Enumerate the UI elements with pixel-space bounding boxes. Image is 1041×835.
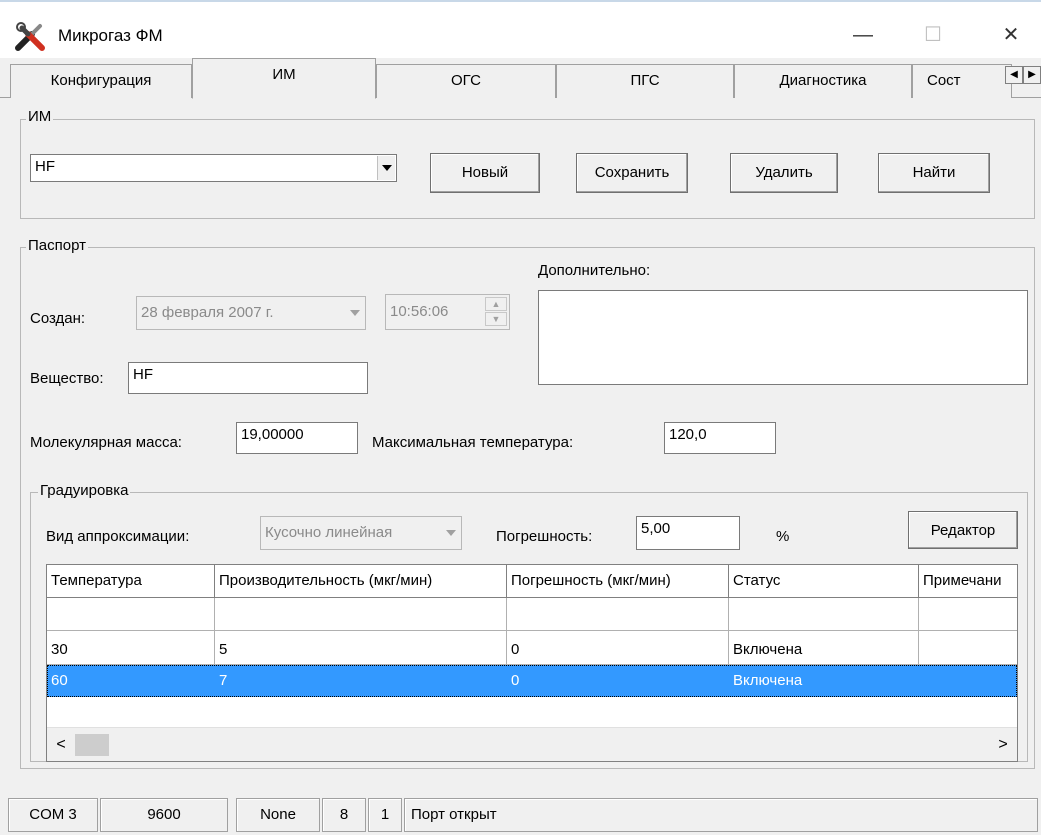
chevron-down-icon (382, 165, 392, 171)
calibration-grid[interactable]: Температура Производительность (мкг/мин)… (46, 564, 1018, 762)
table-cell: 0 (507, 665, 729, 697)
tab-pgs[interactable]: ПГС (556, 64, 734, 98)
title-bar: Микрогаз ФМ — ☐ ✕ (0, 0, 1041, 58)
table-cell: 60 (47, 665, 215, 697)
tab-scroll-left-button[interactable]: ◀ (1005, 66, 1023, 84)
status-stop-bits: 1 (368, 798, 402, 832)
chevron-down-icon (350, 310, 360, 316)
chevron-down-icon (446, 530, 456, 536)
column-header[interactable]: Температура (47, 565, 215, 598)
table-cell: 0 (507, 631, 729, 665)
dropdown-button[interactable] (377, 156, 395, 180)
created-date-picker[interactable]: 28 февраля 2007 г. (136, 296, 366, 330)
new-button[interactable]: Новый (430, 153, 540, 193)
tab-strip: Конфигурация ИМ ОГС ПГС Диагностика Сост… (0, 58, 1041, 99)
status-state: Порт открыт (404, 798, 1038, 832)
im-select[interactable]: HF (30, 154, 397, 182)
table-cell (919, 631, 1017, 665)
chevron-right-icon: > (998, 736, 1008, 753)
created-label: Создан: (30, 310, 86, 327)
mol-mass-label: Молекулярная масса: (30, 434, 182, 451)
created-time-value: 10:56:06 (390, 303, 449, 320)
column-header[interactable]: Производительность (мкг/мин) (215, 565, 507, 598)
arrow-left-icon: ◀ (1010, 69, 1018, 80)
created-time-picker[interactable]: 10:56:06 ▲ ▼ (385, 294, 510, 330)
status-baud: 9600 (100, 798, 228, 832)
chevron-down-icon: ▼ (491, 314, 501, 324)
tab-im[interactable]: ИМ (192, 58, 376, 99)
passport-group-legend: Паспорт (26, 237, 88, 254)
status-data-bits: 8 (322, 798, 366, 832)
table-cell: 5 (215, 631, 507, 665)
tab-status[interactable]: Сост (912, 64, 1012, 98)
substance-label: Вещество: (30, 370, 104, 387)
column-header[interactable]: Статус (729, 565, 919, 598)
table-cell (729, 598, 919, 631)
table-cell: Включена (729, 665, 919, 697)
find-button[interactable]: Найти (878, 153, 990, 193)
table-cell (507, 598, 729, 631)
chevron-left-icon: < (56, 736, 66, 753)
table-cell (919, 665, 1017, 697)
im-select-value: HF (35, 158, 55, 175)
spin-down-button[interactable]: ▼ (485, 312, 507, 326)
created-date-value: 28 февраля 2007 г. (141, 304, 274, 321)
approx-value: Кусочно линейная (265, 524, 393, 541)
minimize-icon: — (853, 24, 873, 46)
status-port: COM 3 (8, 798, 98, 832)
close-icon: ✕ (1002, 24, 1020, 46)
error-input[interactable]: 5,00 (636, 516, 740, 550)
tab-scroll-right-button[interactable]: ▶ (1023, 66, 1041, 84)
table-cell (215, 598, 507, 631)
additional-textarea[interactable] (538, 290, 1028, 385)
mol-mass-input[interactable]: 19,00000 (236, 422, 358, 454)
maximize-button[interactable]: ☐ (910, 18, 956, 52)
calibration-group-legend: Градуировка (38, 482, 131, 499)
approx-select[interactable]: Кусочно линейная (260, 516, 462, 550)
column-header[interactable]: Погрешность (мкг/мин) (507, 565, 729, 598)
minimize-button[interactable]: — (840, 18, 886, 52)
wrench-screwdriver-icon (14, 22, 48, 52)
table-cell: Включена (729, 631, 919, 665)
table-cell (47, 598, 215, 631)
spin-up-button[interactable]: ▲ (485, 297, 507, 311)
additional-label: Дополнительно: (538, 262, 651, 279)
dropdown-button[interactable] (346, 298, 364, 328)
arrow-right-icon: ▶ (1028, 69, 1036, 80)
scrollbar-thumb[interactable] (75, 734, 109, 756)
max-temp-input[interactable]: 120,0 (664, 422, 776, 454)
chevron-up-icon: ▲ (491, 299, 501, 309)
tab-diagnostics[interactable]: Диагностика (734, 64, 912, 98)
maximize-icon: ☐ (924, 24, 942, 46)
status-parity: None (236, 798, 320, 832)
table-cell: 7 (215, 665, 507, 697)
scroll-right-button[interactable]: > (993, 734, 1013, 756)
approx-label: Вид аппроксимации: (46, 528, 190, 545)
tab-ogs[interactable]: ОГС (376, 64, 556, 98)
editor-button[interactable]: Редактор (908, 511, 1018, 549)
close-button[interactable]: ✕ (988, 18, 1034, 52)
tab-configuration[interactable]: Конфигурация (10, 64, 192, 98)
table-cell: 30 (47, 631, 215, 665)
status-bar: COM 3 9600 None 8 1 Порт открыт (0, 798, 1041, 835)
horizontal-scrollbar[interactable]: < > (47, 727, 1017, 761)
window-title: Микрогаз ФМ (58, 26, 163, 45)
im-group-legend: ИМ (26, 108, 54, 125)
scroll-left-button[interactable]: < (51, 734, 71, 756)
max-temp-label: Максимальная температура: (372, 434, 574, 451)
delete-button[interactable]: Удалить (730, 153, 838, 193)
error-unit: % (776, 528, 790, 545)
table-cell (919, 598, 1017, 631)
error-label: Погрешность: (496, 528, 593, 545)
dropdown-button[interactable] (442, 518, 460, 548)
column-header[interactable]: Примечани (919, 565, 1017, 598)
substance-input[interactable]: HF (128, 362, 368, 394)
save-button[interactable]: Сохранить (576, 153, 688, 193)
